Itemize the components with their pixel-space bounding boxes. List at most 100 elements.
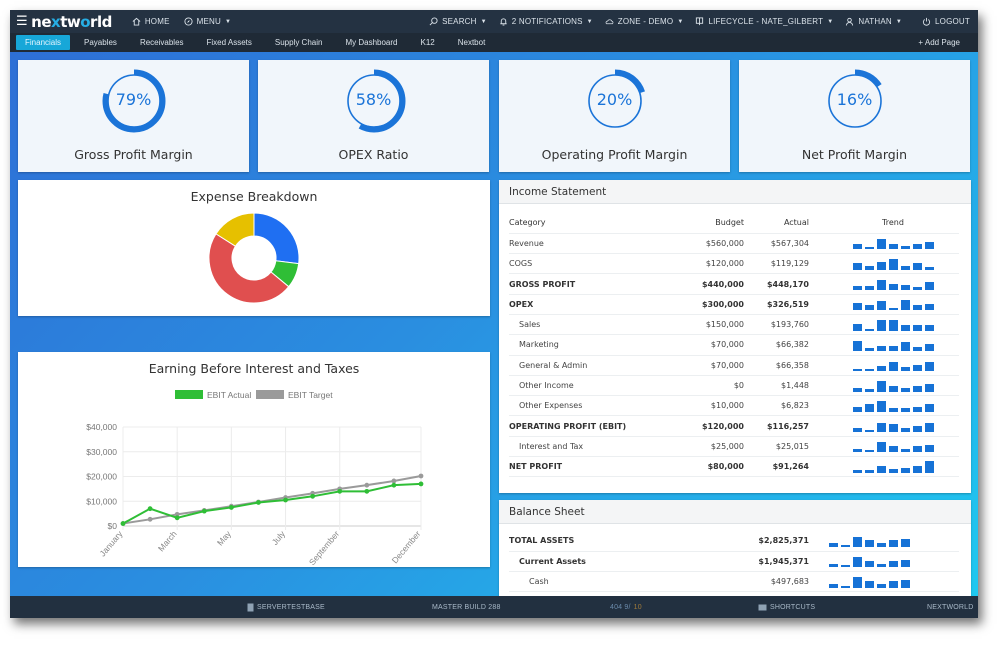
table-row[interactable]: OPERATING PROFIT (EBIT) $120,000 $116,25…	[509, 415, 959, 437]
table-row[interactable]: OPEX $300,000 $326,519	[509, 294, 959, 315]
sparkline-bar	[876, 261, 886, 270]
sparkline-bar	[912, 364, 922, 372]
tab-financials[interactable]: Financials	[16, 35, 71, 50]
tab-fixed-assets[interactable]: Fixed Assets	[198, 35, 261, 50]
x-tick-label: March	[156, 529, 179, 554]
data-point[interactable]	[418, 481, 424, 487]
row-budget: $70,000	[689, 334, 744, 356]
sparkline-bar	[888, 407, 898, 412]
tab-nextbot[interactable]: Nextbot	[449, 35, 495, 50]
sparkline-bar	[864, 470, 874, 473]
sparkline-bar	[841, 585, 850, 588]
brand-logo[interactable]: ☰ ne x tw o rld	[16, 13, 112, 31]
search-dropdown[interactable]: SEARCH ▼	[429, 17, 487, 26]
data-point[interactable]	[120, 521, 126, 526]
data-point[interactable]	[364, 482, 370, 488]
row-category: Current Assets	[509, 551, 689, 573]
sparkline-bar	[864, 430, 874, 433]
data-point[interactable]	[310, 493, 316, 499]
add-page-button[interactable]: + Add Page	[918, 38, 960, 47]
table-row[interactable]: Current Assets $1,945,371	[509, 551, 959, 573]
donut-slice[interactable]	[253, 212, 300, 265]
kpi-label: OPEX Ratio	[338, 147, 409, 162]
data-point[interactable]	[147, 516, 153, 522]
table-row[interactable]: Interest and Tax $25,000 $25,015	[509, 436, 959, 458]
sparkline-bar	[852, 428, 862, 433]
table-row[interactable]: Cash $497,683	[509, 571, 959, 593]
sparkline-bar	[876, 401, 886, 412]
caret-down-icon: ▼	[677, 18, 684, 25]
data-point[interactable]	[418, 473, 424, 479]
data-point[interactable]	[256, 500, 261, 505]
table-row[interactable]: Sales $150,000 $193,760	[509, 314, 959, 336]
lifecycle-icon	[696, 17, 704, 26]
table-row[interactable]: Marketing $70,000 $66,382	[509, 334, 959, 356]
data-point[interactable]	[391, 478, 397, 484]
menu-dropdown[interactable]: MENU ▼	[184, 17, 232, 26]
table-row[interactable]: General & Admin $70,000 $66,358	[509, 355, 959, 376]
row-trend	[809, 334, 959, 356]
row-actual: $6,823	[744, 395, 809, 417]
logout-button[interactable]: LOGOUT	[922, 17, 970, 26]
table-row[interactable]: TOTAL ASSETS $2,825,371	[509, 531, 959, 552]
trend-sparkline	[827, 461, 959, 473]
caret-down-icon: ▼	[827, 18, 834, 25]
kpi-card-net-profit-margin[interactable]: 16% Net Profit Margin	[739, 60, 970, 172]
row-category: OPERATING PROFIT (EBIT)	[509, 415, 689, 437]
tab-supply-chain[interactable]: Supply Chain	[266, 35, 332, 50]
data-point[interactable]	[174, 515, 180, 521]
row-category: Marketing	[509, 334, 689, 356]
sparkline-bar	[924, 423, 934, 433]
table-row[interactable]: GROSS PROFIT $440,000 $448,170	[509, 273, 959, 295]
sparkline-bar	[912, 325, 922, 331]
sparkline-bar	[877, 563, 886, 568]
tab-my-dashboard[interactable]: My Dashboard	[336, 35, 406, 50]
row-trend	[809, 253, 959, 275]
data-point[interactable]	[364, 488, 370, 494]
sparkline-bar	[853, 577, 862, 588]
sparkline-bar	[888, 320, 898, 331]
shortcuts-button[interactable]: SHORTCUTS	[758, 604, 815, 611]
table-row[interactable]: Revenue $560,000 $567,304	[509, 233, 959, 255]
sparkline-bar	[864, 388, 874, 392]
lifecycle-dropdown[interactable]: LIFECYCLE - NATE_GILBERT ▼	[695, 17, 833, 26]
sparkline-bar	[912, 406, 922, 412]
data-point[interactable]	[283, 497, 288, 503]
sparkline-bar	[900, 467, 910, 473]
data-point[interactable]	[391, 482, 397, 488]
data-point[interactable]	[337, 488, 343, 494]
home-link[interactable]: HOME	[132, 17, 170, 26]
sparkline-bar	[877, 543, 886, 547]
tab-payables[interactable]: Payables	[75, 35, 126, 50]
kpi-value: 16%	[836, 90, 873, 109]
kpi-card-gross-profit-margin[interactable]: 79% Gross Profit Margin	[18, 60, 249, 172]
trend-sparkline	[827, 339, 959, 351]
tab-k12[interactable]: K12	[412, 35, 444, 50]
data-point[interactable]	[147, 506, 153, 512]
user-dropdown[interactable]: NATHAN ▼	[845, 17, 902, 26]
row-budget: $150,000	[689, 314, 744, 336]
table-row[interactable]: Other Income $0 $1,448	[509, 375, 959, 397]
table-row[interactable]: NET PROFIT $80,000 $91,264	[509, 456, 959, 478]
kpi-card-operating-profit-margin[interactable]: 20% Operating Profit Margin	[499, 60, 730, 172]
table-row[interactable]: COGS $120,000 $119,129	[509, 253, 959, 275]
sparkline-bar	[889, 560, 898, 568]
sparkline-bar	[864, 246, 874, 250]
data-point[interactable]	[228, 505, 234, 510]
hamburger-menu-icon[interactable]: ☰	[16, 14, 28, 29]
row-actual: $448,170	[744, 273, 809, 295]
row-trend	[809, 415, 959, 437]
sparkline-bar	[864, 305, 874, 311]
kpi-card-opex-ratio[interactable]: 58% OPEX Ratio	[258, 60, 489, 172]
zone-dropdown[interactable]: ZONE - DEMO ▼	[605, 17, 684, 26]
sparkline-bar	[900, 284, 910, 291]
sparkline-bar	[900, 387, 910, 392]
sparkline-bar	[876, 466, 886, 473]
tab-receivables[interactable]: Receivables	[131, 35, 193, 50]
row-trend	[809, 273, 959, 295]
sparkline-bar	[852, 263, 862, 270]
row-category: GROSS PROFIT	[509, 273, 689, 295]
notifications-dropdown[interactable]: 2 NOTIFICATIONS ▼	[499, 17, 593, 26]
table-row[interactable]: Other Expenses $10,000 $6,823	[509, 395, 959, 417]
data-point[interactable]	[201, 508, 207, 514]
